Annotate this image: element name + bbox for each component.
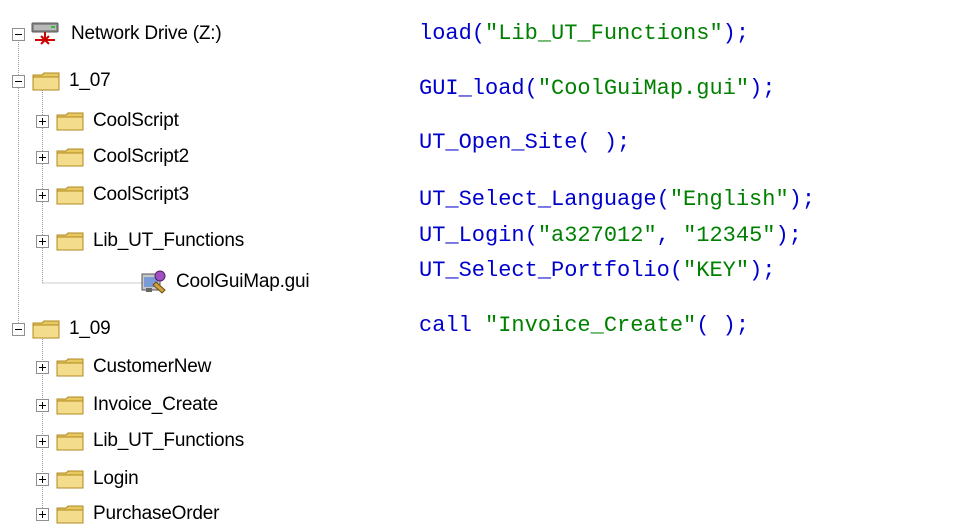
collapse-toggle-1-09[interactable] bbox=[12, 322, 25, 336]
expand-toggle-lib-ut-functions-2[interactable] bbox=[36, 434, 49, 448]
tree-node-label: CoolScript3 bbox=[93, 184, 190, 205]
string-literal: "Invoice_Create" bbox=[485, 313, 697, 338]
tree-node-coolguimap-gui[interactable]: CoolGuiMap.gui bbox=[138, 265, 310, 299]
punctuation: ); bbox=[722, 21, 750, 46]
folder-icon bbox=[56, 186, 84, 205]
tree-node-invoice-create[interactable]: Invoice_Create bbox=[36, 388, 218, 422]
tree-node-label: Lib_UT_Functions bbox=[93, 430, 244, 451]
tree-node-network-drive[interactable]: Network Drive (Z:) bbox=[12, 17, 222, 51]
collapse-toggle-network-drive[interactable] bbox=[12, 27, 25, 41]
punctuation: ); bbox=[749, 76, 776, 101]
function-call: UT_Select_Language( bbox=[419, 187, 670, 212]
folder-icon bbox=[56, 148, 84, 167]
expand-toggle-invoice-create[interactable] bbox=[36, 398, 49, 412]
tree-node-coolscript2[interactable]: CoolScript2 bbox=[36, 140, 189, 174]
file-tree: Network Drive (Z:) 1_07 CoolScript CoolS… bbox=[0, 0, 400, 531]
folder-icon bbox=[56, 505, 84, 524]
expand-toggle-coolscript[interactable] bbox=[36, 114, 49, 128]
expand-toggle-lib-ut-functions[interactable] bbox=[36, 234, 49, 248]
expand-toggle-coolscript2[interactable] bbox=[36, 150, 49, 164]
tree-node-lib-ut-functions[interactable]: Lib_UT_Functions bbox=[36, 224, 244, 258]
tree-node-purchaseorder[interactable]: PurchaseOrder bbox=[36, 497, 219, 531]
tree-node-label: 1_07 bbox=[69, 70, 111, 91]
tree-node-label: CustomerNew bbox=[93, 356, 212, 377]
punctuation: , bbox=[656, 223, 684, 248]
string-literal: "KEY" bbox=[683, 258, 750, 283]
code-line-gui-load: GUI_load("CoolGuiMap.gui"); bbox=[419, 76, 775, 102]
tree-node-label: PurchaseOrder bbox=[93, 503, 220, 524]
string-literal: "a327012" bbox=[537, 223, 657, 248]
tree-node-label: CoolGuiMap.gui bbox=[176, 271, 310, 292]
tree-node-customernew[interactable]: CustomerNew bbox=[36, 350, 211, 384]
string-literal: "Lib_UT_Functions" bbox=[485, 21, 723, 46]
punctuation: ); bbox=[749, 258, 776, 283]
network-drive-icon bbox=[31, 22, 59, 45]
function-call: GUI_load( bbox=[419, 76, 538, 101]
tree-node-label: CoolScript2 bbox=[93, 146, 190, 167]
punctuation: ( ); bbox=[696, 313, 750, 338]
function-call: UT_Login( bbox=[419, 223, 538, 248]
code-line-open-site: UT_Open_Site( ); bbox=[419, 130, 630, 156]
tree-node-label: Login bbox=[93, 468, 139, 489]
code-line-call-invoice-create: call "Invoice_Create"( ); bbox=[419, 313, 749, 339]
tree-node-lib-ut-functions-2[interactable]: Lib_UT_Functions bbox=[36, 424, 244, 458]
function-call: UT_Select_Portfolio( bbox=[419, 258, 684, 283]
code-line-login: UT_Login("a327012", "12345"); bbox=[419, 223, 802, 249]
tree-node-label: Network Drive (Z:) bbox=[71, 23, 222, 44]
tree-node-login[interactable]: Login bbox=[36, 462, 139, 496]
function-call: UT_Open_Site( ); bbox=[419, 130, 631, 155]
expand-toggle-customernew[interactable] bbox=[36, 360, 49, 374]
folder-icon bbox=[56, 396, 84, 415]
tree-node-coolscript3[interactable]: CoolScript3 bbox=[36, 178, 189, 212]
folder-icon bbox=[56, 470, 84, 489]
code-line-select-language: UT_Select_Language("English"); bbox=[419, 187, 815, 213]
tree-node-label: CoolScript bbox=[93, 110, 179, 131]
expand-toggle-login[interactable] bbox=[36, 472, 49, 486]
tree-node-coolscript[interactable]: CoolScript bbox=[36, 104, 179, 138]
tree-node-label: Lib_UT_Functions bbox=[93, 230, 244, 251]
folder-icon bbox=[56, 232, 84, 251]
folder-icon bbox=[32, 72, 60, 91]
folder-icon bbox=[56, 112, 84, 131]
tree-node-label: Invoice_Create bbox=[93, 394, 218, 415]
folder-icon bbox=[32, 320, 60, 339]
function-call: load( bbox=[419, 21, 486, 46]
folder-icon bbox=[56, 432, 84, 451]
code-line-load: load("Lib_UT_Functions"); bbox=[419, 21, 749, 47]
string-literal: "12345" bbox=[683, 223, 776, 248]
collapse-toggle-1-07[interactable] bbox=[12, 74, 25, 88]
tree-node-folder-1-07[interactable]: 1_07 bbox=[12, 64, 111, 98]
string-literal: "CoolGuiMap.gui" bbox=[537, 76, 750, 101]
expand-toggle-coolscript3[interactable] bbox=[36, 188, 49, 202]
string-literal: "English" bbox=[669, 187, 789, 212]
expand-toggle-purchaseorder[interactable] bbox=[36, 507, 49, 521]
tree-node-folder-1-09[interactable]: 1_09 bbox=[12, 312, 111, 346]
gui-map-file-icon bbox=[141, 270, 166, 294]
punctuation: ); bbox=[775, 223, 802, 248]
tree-node-label: 1_09 bbox=[69, 318, 111, 339]
folder-icon bbox=[56, 358, 84, 377]
keyword: call bbox=[419, 313, 486, 338]
code-line-select-portfolio: UT_Select_Portfolio("KEY"); bbox=[419, 258, 775, 284]
punctuation: ); bbox=[788, 187, 816, 212]
